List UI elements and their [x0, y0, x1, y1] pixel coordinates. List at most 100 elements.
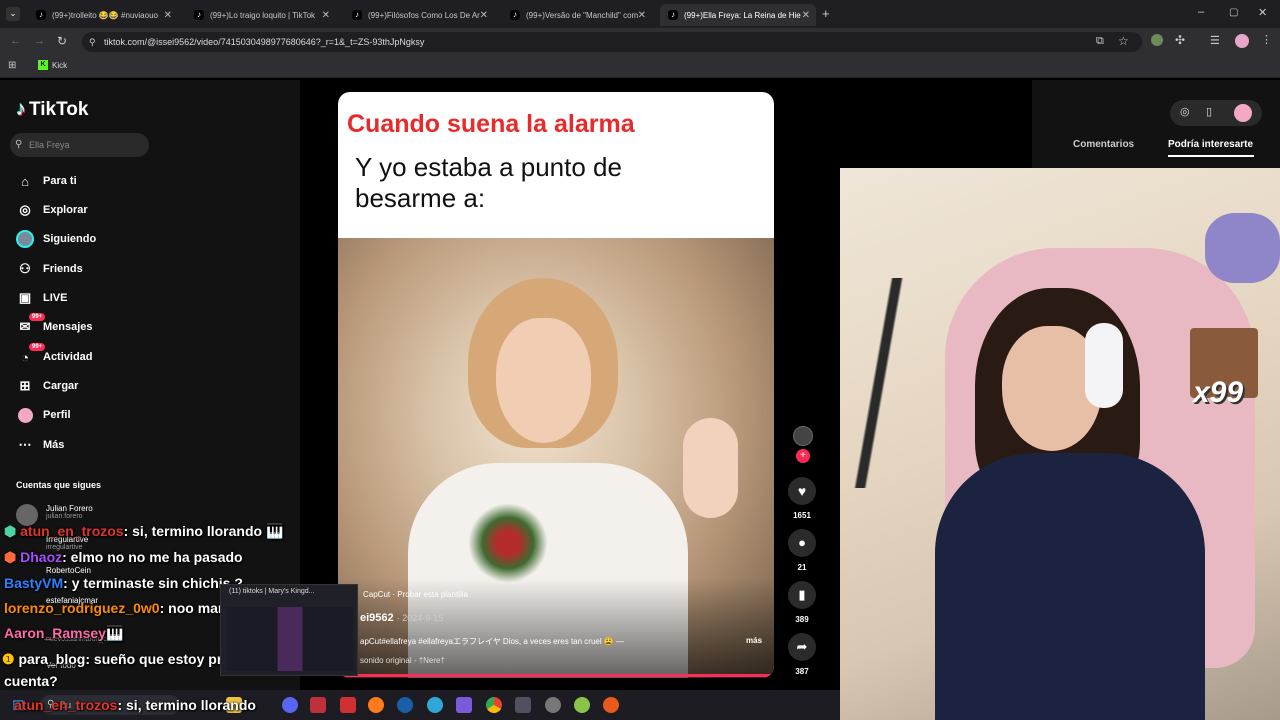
tab-search-button[interactable]: ⌄	[6, 7, 20, 21]
bookmark-button[interactable]: ▮	[788, 581, 816, 609]
minimize-icon[interactable]: –	[1198, 6, 1204, 18]
message-icon: ✉ 99+	[16, 313, 46, 336]
creator-avatar[interactable]	[793, 426, 813, 446]
woman-face	[496, 318, 591, 443]
chat-text: cuenta?	[4, 673, 58, 689]
nav-para-ti[interactable]: ⌂ Para ti	[16, 170, 77, 192]
profile-avatar-icon[interactable]	[1235, 34, 1249, 48]
webcam-feed: x99	[840, 168, 1280, 720]
chat-user: para_blog	[18, 651, 86, 667]
nav-actividad[interactable]: ◔ 99+ Actividad	[16, 343, 93, 368]
user-avatar-icon[interactable]	[1234, 104, 1252, 122]
close-icon[interactable]: ✕	[802, 10, 810, 21]
profile-icon	[16, 406, 34, 424]
nav-friends[interactable]: ⚇ Friends	[16, 258, 83, 280]
app-icon[interactable]	[515, 697, 531, 713]
close-window-icon[interactable]: ✕	[1258, 6, 1267, 19]
firefox-icon[interactable]	[368, 697, 384, 713]
nav-label: LIVE	[43, 292, 68, 304]
nav-label: Más	[43, 439, 65, 451]
speed-icon[interactable]: ◎	[1180, 105, 1190, 118]
nav-explorar[interactable]: ◎ Explorar	[16, 199, 87, 221]
video-description: apCut#ellafreya #ellafreyaエラフレイヤ Dios, a…	[360, 637, 625, 646]
capcut-link[interactable]: CapCut · Probar esta plantilla	[363, 590, 468, 599]
x99-label: x99	[1193, 376, 1244, 409]
tab-podria-interesarte[interactable]: Podría interesarte	[1168, 139, 1253, 150]
chat-user: atun_en_trozos	[20, 523, 124, 539]
bookmark-kick[interactable]: K Kick	[38, 60, 67, 70]
nav-siguiendo[interactable]: Siguiendo	[16, 228, 96, 250]
app-icon[interactable]	[310, 697, 326, 713]
close-icon[interactable]: ✕	[480, 10, 488, 21]
search-placeholder: Ella Freya	[29, 140, 70, 150]
browser-tab[interactable]: ♪ (99+)Filósofos Como Los De Ar ✕	[344, 4, 494, 26]
puzzle-icon[interactable]: ✣	[1175, 33, 1185, 47]
following-header: Cuentas que sigues	[16, 480, 102, 490]
nav-label: Friends	[43, 263, 83, 275]
app-icon[interactable]	[427, 697, 443, 713]
browser-tab[interactable]: ♪ (99+)Lo traigo loquito | TikTok ✕	[186, 4, 336, 26]
install-app-icon[interactable]: ⧉	[1096, 35, 1104, 48]
app-icon[interactable]	[340, 697, 356, 713]
site-info-icon[interactable]: ⚲	[89, 32, 96, 52]
chat-user: lorenzo_rodriguez_0w0	[4, 600, 160, 616]
account-item[interactable]: Julian Forero julian.forero	[46, 504, 93, 520]
follow-plus-icon[interactable]: +	[796, 449, 810, 463]
maximize-icon[interactable]: ▢	[1229, 7, 1238, 18]
headphones	[1085, 323, 1123, 408]
chat-text: : si, termino llorando 🎹	[123, 523, 284, 539]
extension-icon[interactable]	[1151, 34, 1163, 46]
nav-cargar[interactable]: ⊞ Cargar	[16, 375, 79, 397]
close-icon[interactable]: ✕	[638, 10, 646, 21]
close-icon[interactable]: ✕	[322, 10, 330, 21]
app-icon[interactable]	[574, 697, 590, 713]
bookmark-icon: ▮	[798, 587, 806, 602]
nav-live[interactable]: ▣ LIVE	[16, 287, 68, 309]
like-button[interactable]: ♥	[788, 477, 816, 505]
reading-list-icon[interactable]: ☰	[1210, 34, 1220, 47]
forward-icon[interactable]: →	[34, 35, 45, 47]
mobile-icon[interactable]: ▯	[1206, 105, 1212, 118]
browser-tab[interactable]: ♪ (99+)Versão de "Manchild" com ✕	[502, 4, 652, 26]
steam-icon[interactable]	[397, 697, 413, 713]
nav-mas[interactable]: ⋯ Más	[16, 434, 65, 456]
more-button[interactable]: más	[746, 636, 762, 645]
menu-icon[interactable]: ⋮	[1261, 33, 1272, 46]
share-button[interactable]: ➦	[788, 633, 816, 661]
address-bar[interactable]: ⚲ tiktok.com/@issei9562/video/7415030498…	[82, 32, 1142, 52]
new-tab-icon[interactable]: +	[822, 6, 830, 21]
discord-icon[interactable]	[282, 697, 298, 713]
window-preview[interactable]: (11) tiktoks | Mary's Kingd...	[220, 584, 358, 676]
tab-title: (99+)Filósofos Como Los De Ar	[368, 10, 480, 20]
nav-perfil[interactable]: Perfil	[16, 404, 71, 426]
video-player[interactable]: Cuando suena la alarma Y yo estaba a pun…	[338, 92, 774, 678]
video-author[interactable]: ei9562 · 2024-9-15	[360, 612, 443, 624]
app-icon[interactable]	[456, 697, 472, 713]
browser-tab[interactable]: ♪ (99+)trolleito 😂😂 #nuviaouo ✕	[28, 4, 178, 26]
app-icon[interactable]	[603, 697, 619, 713]
nav-mensajes[interactable]: ✉ 99+ Mensajes	[16, 313, 93, 338]
progress-bar[interactable]	[338, 674, 774, 677]
chat-text: : elmo no no me ha pasado	[62, 549, 243, 565]
comment-count: 21	[797, 563, 807, 572]
browser-tab-active[interactable]: ♪ (99+)Ella Freya: La Reina de Hie ✕	[660, 4, 816, 26]
account-handle: julian.forero	[46, 513, 83, 520]
tiktok-logo[interactable]: ♪ TikTok	[16, 98, 88, 121]
star-icon[interactable]: ☆	[1118, 34, 1129, 48]
settings-icon[interactable]	[545, 697, 561, 713]
search-input[interactable]: ⚲ Ella Freya	[10, 133, 149, 157]
account-item[interactable]: RobertoCein	[46, 566, 91, 575]
chat-message: lorenzo_rodriguez_0w0: noo mary	[4, 600, 231, 616]
chrome-icon[interactable]	[486, 697, 502, 713]
sound-label[interactable]: sonido original - †Nere†	[360, 656, 445, 665]
reload-icon[interactable]: ↻	[57, 34, 67, 48]
tab-title: (99+)Ella Freya: La Reina de Hie	[684, 10, 801, 20]
apps-icon[interactable]: ⊞	[8, 60, 16, 71]
bookmark-count: 389	[795, 615, 809, 624]
comment-button[interactable]: ●	[788, 529, 816, 557]
tab-comentarios[interactable]: Comentarios	[1073, 139, 1134, 150]
back-icon[interactable]: ←	[10, 35, 21, 47]
share-count: 387	[795, 667, 809, 676]
chat-user: atun_en_trozos	[14, 697, 118, 713]
close-icon[interactable]: ✕	[164, 10, 172, 21]
